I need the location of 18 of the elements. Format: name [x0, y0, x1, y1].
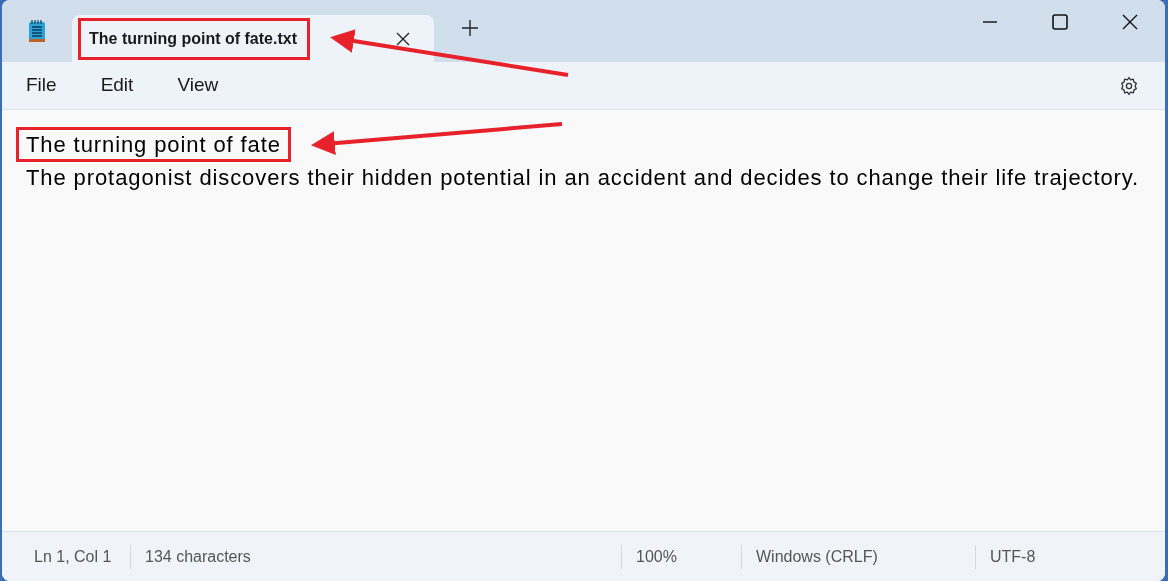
- status-field: UTF-8: [975, 544, 1165, 569]
- minimize-icon: [983, 21, 997, 23]
- status-field: 100%: [621, 544, 741, 569]
- close-icon: [396, 31, 410, 46]
- menu-item[interactable]: View: [163, 67, 233, 104]
- menu-item[interactable]: File: [12, 67, 71, 104]
- text-line: The protagonist discovers their hidden potential in an accident and decides to change their life trajectory.: [25, 164, 1141, 192]
- status-field: Ln 1, Col 1: [20, 544, 130, 569]
- menu-item[interactable]: Edit: [86, 67, 148, 104]
- status-field: 134 characters: [130, 544, 265, 569]
- notepad-icon: [27, 19, 47, 43]
- status-field: Windows (CRLF): [741, 544, 975, 569]
- maximize-icon: [1052, 14, 1068, 30]
- close-icon: [1122, 14, 1138, 30]
- tab-title: The turning point of fate.txt: [78, 17, 310, 60]
- plus-icon: [462, 20, 478, 36]
- settings-icon: [1119, 75, 1139, 96]
- tab[interactable]: The turning point of fate.txt: [72, 15, 434, 62]
